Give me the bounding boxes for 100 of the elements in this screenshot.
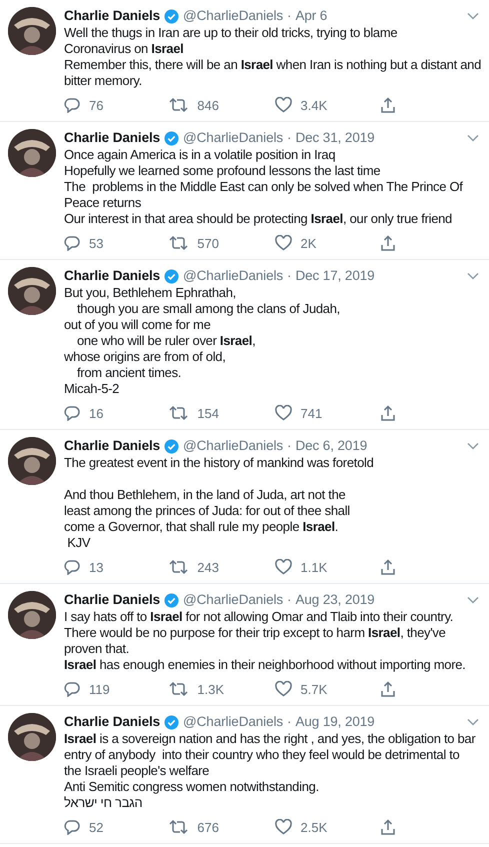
tweet-text: Anti Semitic congress women notwithstanding. [64,779,320,795]
separator-dot: · [287,713,292,731]
caret-icon[interactable] [467,12,479,20]
share-icon[interactable] [380,818,396,836]
tweet-text: come a Governor, that shall rule my people Israel. [64,519,340,535]
tweet-date[interactable]: Apr 6 [295,7,328,25]
tweet-text: entry of anybody into their country who they feel would be detrimental to [64,747,460,763]
retweet-count: 243 [197,560,219,574]
user-name[interactable]: Charlie Daniels [64,267,160,285]
user-name[interactable]: Charlie Daniels [64,713,160,731]
tweet-text: the Israeli people's welfare [64,763,210,779]
tweet-text: out of you will come for me [64,317,212,333]
heart-icon[interactable] [274,405,292,421]
tweet-text: Israel is a sovereign nation and has the right , and yes, the obligation to bar [64,731,476,747]
reply-icon[interactable] [64,405,80,421]
share-icon[interactable] [380,558,396,576]
heart-icon[interactable] [274,681,292,697]
user-handle[interactable]: @CharlieDaniels [183,7,284,25]
tweet-date[interactable]: Aug 23, 2019 [295,591,375,609]
retweet-count: 676 [197,820,219,834]
reply-count: 16 [89,406,104,420]
user-name[interactable]: Charlie Daniels [64,437,160,455]
tweet-text: I say hats off to Israel for not allowing Omar and Tlaib into their country. [64,609,454,625]
tweet-text: least among the princes of Juda: for out of thee shall [64,503,351,519]
caret-icon[interactable] [467,718,479,726]
separator-dot: · [287,591,292,609]
caret-icon[interactable] [467,596,479,604]
user-name[interactable]: Charlie Daniels [64,129,160,147]
user-handle[interactable]: @CharlieDaniels [183,437,284,455]
heart-icon[interactable] [274,97,292,113]
retweet-count: 1.3K [197,682,224,696]
tweet-text: Remember this, there will be an Israel when Iran is nothing but a distant and [64,57,482,73]
tweet-text: proven that. [64,641,130,657]
tweet-text: bitter memory. [64,73,143,89]
separator-dot: · [287,7,292,25]
share-icon[interactable] [380,96,396,114]
separator-dot: · [287,437,292,455]
tweet-text: Micah-5-2 [64,381,120,397]
retweet-count: 570 [197,236,219,250]
tweet-date[interactable]: Aug 19, 2019 [295,713,375,731]
user-handle[interactable]: @CharlieDaniels [183,129,284,147]
like-count: 3.4K [300,98,328,112]
tweet-text: from ancient times. [76,365,182,381]
retweet-count: 154 [197,406,219,420]
reply-icon[interactable] [64,681,80,697]
user-handle[interactable]: @CharlieDaniels [183,713,284,731]
user-name[interactable]: Charlie Daniels [64,7,160,25]
tweet-text: The problems in the Middle East can only be solved when The Prince Of [64,179,464,195]
tweet-date[interactable]: Dec 17, 2019 [295,267,375,285]
heart-icon[interactable] [274,559,292,575]
separator-dot: · [287,129,292,147]
like-count: 2.5K [300,820,328,834]
reply-count: 119 [89,682,110,696]
like-count: 741 [300,406,322,420]
tweet-text: But you, Bethlehem Ephrathah, [64,285,237,301]
tweet-date[interactable]: Dec 31, 2019 [295,129,375,147]
retweet-count: 846 [197,98,219,112]
caret-icon[interactable] [467,134,479,142]
tweet-date[interactable]: Dec 6, 2019 [295,437,368,455]
tweet-text: Our interest in that area should be protecting Israel, our only true friend [64,211,453,227]
share-icon[interactable] [380,404,396,422]
caret-icon[interactable] [467,442,479,450]
tweet-text: one who will be ruler over Israel, [76,333,256,349]
tweet-text: Coronavirus on Israel [64,41,184,57]
reply-count: 53 [89,236,104,250]
reply-icon[interactable] [64,559,80,575]
retweet-icon[interactable] [169,559,188,575]
retweet-icon[interactable] [169,235,188,251]
tweet-text: Once again America is in a volatile position in Iraq [64,147,336,163]
retweet-icon[interactable] [169,819,188,835]
user-name[interactable]: Charlie Daniels [64,591,160,609]
reply-icon[interactable] [64,235,80,251]
heart-icon[interactable] [274,819,292,835]
share-icon[interactable] [380,234,396,252]
tweet-text: There would be no purpose for their trip except to harm Israel, they've [64,625,447,641]
caret-icon[interactable] [467,272,479,280]
heart-icon[interactable] [274,235,292,251]
tweet-text: KJV [66,535,92,551]
reply-icon[interactable] [64,97,80,113]
like-count: 2K [300,236,316,250]
tweet-text: Well the thugs in Iran are up to their old tricks, trying to blame [64,25,398,41]
tweet-text: הגבר חי ישראל [64,795,144,811]
user-handle[interactable]: @CharlieDaniels [183,267,284,285]
like-count: 1.1K [300,560,328,574]
retweet-icon[interactable] [169,681,188,697]
like-count: 5.7K [300,682,328,696]
reply-count: 13 [89,560,104,574]
tweet-text: Hopefully we learned some profound lessons the last time [64,163,382,179]
tweet-text: The greatest event in the history of mankind was foretold [64,455,375,471]
retweet-icon[interactable] [169,405,188,421]
tweet-text: whose origins are from of old, [64,349,227,365]
tweet-text: And thou Bethlehem, in the land of Juda, art not the [64,487,346,503]
share-icon[interactable] [380,680,396,698]
retweet-icon[interactable] [169,97,188,113]
reply-count: 52 [89,820,104,834]
reply-icon[interactable] [64,819,80,835]
tweet-text: Israel has enough enemies in their neighborhood without importing more. [64,657,466,673]
separator-dot: · [287,267,292,285]
user-handle[interactable]: @CharlieDaniels [183,591,284,609]
tweet-text: though you are small among the clans of Judah, [76,301,341,317]
